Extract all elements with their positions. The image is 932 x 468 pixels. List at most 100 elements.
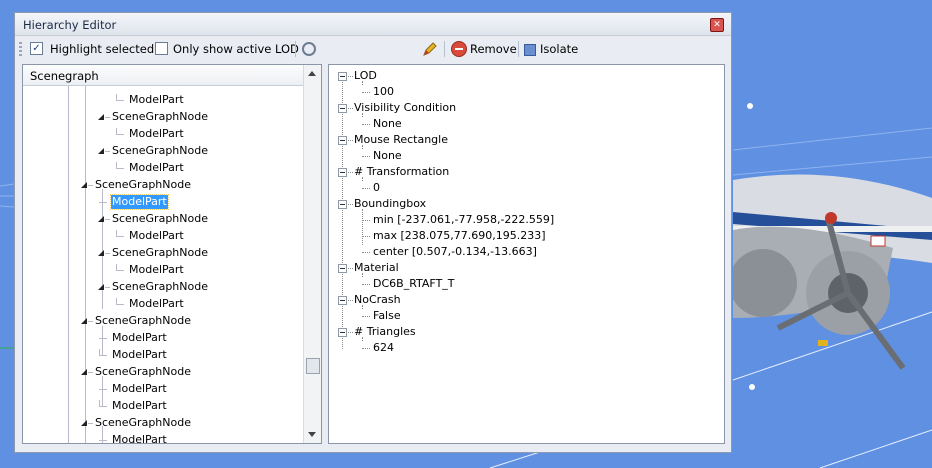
- tree-connector: [348, 172, 353, 173]
- title-bar[interactable]: Hierarchy Editor ✕: [15, 13, 731, 36]
- scenegraph-node[interactable]: SceneGraphNode: [111, 212, 209, 226]
- tree-connector: [362, 316, 370, 317]
- scenegraph-node[interactable]: SceneGraphNode: [111, 280, 209, 294]
- collapse-toggle-icon[interactable]: [338, 200, 347, 209]
- property-name[interactable]: Material: [354, 261, 399, 275]
- scenegraph-node[interactable]: SceneGraphNode: [111, 246, 209, 260]
- close-icon: ✕: [713, 20, 721, 30]
- expander-icon[interactable]: [81, 369, 87, 375]
- model-part-item[interactable]: ModelPart: [128, 229, 185, 243]
- expander-icon[interactable]: [81, 420, 87, 426]
- property-value[interactable]: None: [373, 117, 402, 131]
- scroll-down-icon[interactable]: [308, 432, 316, 437]
- tree-guide-line: [362, 177, 363, 181]
- tree-connector: [362, 188, 370, 189]
- tree-guide-line: [342, 77, 343, 349]
- collapse-toggle-icon[interactable]: [338, 104, 347, 113]
- property-value[interactable]: min [-237.061,-77.958,-222.559]: [373, 213, 554, 227]
- property-name[interactable]: Mouse Rectangle: [354, 133, 448, 147]
- remove-icon[interactable]: [451, 41, 467, 57]
- toolbar-separator: [518, 41, 519, 57]
- property-name[interactable]: # Triangles: [354, 325, 416, 339]
- property-value[interactable]: 0: [373, 181, 380, 195]
- tree-connector: [348, 268, 353, 269]
- model-part-item[interactable]: ModelPart: [110, 194, 169, 210]
- vertical-scrollbar[interactable]: [303, 65, 321, 443]
- property-name[interactable]: Visibility Condition: [354, 101, 456, 115]
- highlight-selected-checkbox[interactable]: ✓: [30, 42, 43, 55]
- collapse-toggle-icon[interactable]: [338, 264, 347, 273]
- model-part-item[interactable]: ModelPart: [128, 297, 185, 311]
- tree-connector: [348, 204, 353, 205]
- expander-icon[interactable]: [98, 148, 104, 154]
- search-icon[interactable]: [302, 42, 316, 56]
- model-part-item[interactable]: ModelPart: [128, 263, 185, 277]
- tree-connector: [116, 264, 124, 271]
- tree-connector: [348, 300, 353, 301]
- model-part-item[interactable]: ModelPart: [111, 399, 168, 413]
- scenegraph-node[interactable]: SceneGraphNode: [111, 144, 209, 158]
- scenegraph-header[interactable]: Scenegraph: [23, 65, 303, 86]
- property-value[interactable]: center [0.507,-0.134,-13.663]: [373, 245, 537, 259]
- expander-icon[interactable]: [98, 250, 104, 256]
- checkmark-icon: ✓: [32, 43, 41, 54]
- highlight-selected-label[interactable]: Highlight selected: [50, 42, 154, 56]
- model-part-item[interactable]: ModelPart: [128, 127, 185, 141]
- expander-icon[interactable]: [98, 216, 104, 222]
- only-active-lod-label[interactable]: Only show active LOD: [173, 42, 299, 56]
- tree-connector: [116, 162, 124, 169]
- property-value[interactable]: 624: [373, 341, 394, 355]
- edit-pencil-icon[interactable]: [422, 41, 438, 57]
- scenegraph-node[interactable]: SceneGraphNode: [94, 178, 192, 192]
- model-part-item[interactable]: ModelPart: [111, 331, 168, 345]
- model-part-item[interactable]: ModelPart: [128, 93, 185, 107]
- collapse-toggle-icon[interactable]: [338, 168, 347, 177]
- scenegraph-node[interactable]: SceneGraphNode: [94, 314, 192, 328]
- property-name[interactable]: # Transformation: [354, 165, 449, 179]
- scenegraph-node[interactable]: SceneGraphNode: [111, 110, 209, 124]
- scenegraph-node[interactable]: SceneGraphNode: [94, 365, 192, 379]
- collapse-toggle-icon[interactable]: [338, 328, 347, 337]
- tree-connector: [362, 236, 370, 237]
- expander-icon[interactable]: [81, 182, 87, 188]
- tree-connector: [116, 94, 124, 101]
- collapse-toggle-icon[interactable]: [338, 136, 347, 145]
- tree-guide-line: [362, 209, 363, 245]
- tree-connector: [99, 400, 107, 407]
- property-value[interactable]: DC6B_RTAFT_T: [373, 277, 455, 291]
- tree-connector: [99, 202, 107, 203]
- tree-connector: [348, 140, 353, 141]
- close-button[interactable]: ✕: [710, 18, 724, 32]
- scenegraph-node[interactable]: SceneGraphNode: [94, 416, 192, 430]
- collapse-toggle-icon[interactable]: [338, 72, 347, 81]
- property-value[interactable]: max [238.075,77.690,195.233]: [373, 229, 546, 243]
- property-value[interactable]: None: [373, 149, 402, 163]
- expander-icon[interactable]: [98, 284, 104, 290]
- model-part-item[interactable]: ModelPart: [128, 161, 185, 175]
- property-name[interactable]: LOD: [354, 69, 377, 83]
- isolate-button[interactable]: Isolate: [540, 42, 578, 56]
- scenegraph-tree[interactable]: ModelPart SceneGraphNode ModelPart SceneGra…: [23, 86, 305, 443]
- tree-connector: [88, 185, 93, 186]
- tree-guide-line: [362, 81, 363, 85]
- scroll-thumb[interactable]: [306, 358, 320, 374]
- tree-guide-line: [85, 86, 86, 443]
- tree-connector: [348, 76, 353, 77]
- model-part-item[interactable]: ModelPart: [111, 433, 168, 443]
- isolate-icon[interactable]: [524, 44, 536, 56]
- remove-button[interactable]: Remove: [470, 42, 517, 56]
- collapse-toggle-icon[interactable]: [338, 296, 347, 305]
- model-part-item[interactable]: ModelPart: [111, 382, 168, 396]
- expander-icon[interactable]: [81, 318, 87, 324]
- only-active-lod-checkbox[interactable]: [155, 42, 168, 55]
- tree-connector: [88, 372, 93, 373]
- expander-icon[interactable]: [98, 114, 104, 120]
- property-name[interactable]: NoCrash: [354, 293, 401, 307]
- tree-connector: [99, 440, 107, 441]
- scroll-up-icon[interactable]: [308, 71, 316, 76]
- property-value[interactable]: False: [373, 309, 401, 323]
- property-name[interactable]: Boundingbox: [354, 197, 426, 211]
- property-value[interactable]: 100: [373, 85, 394, 99]
- model-part-item[interactable]: ModelPart: [111, 348, 168, 362]
- toolbar-grip-icon[interactable]: [19, 42, 22, 56]
